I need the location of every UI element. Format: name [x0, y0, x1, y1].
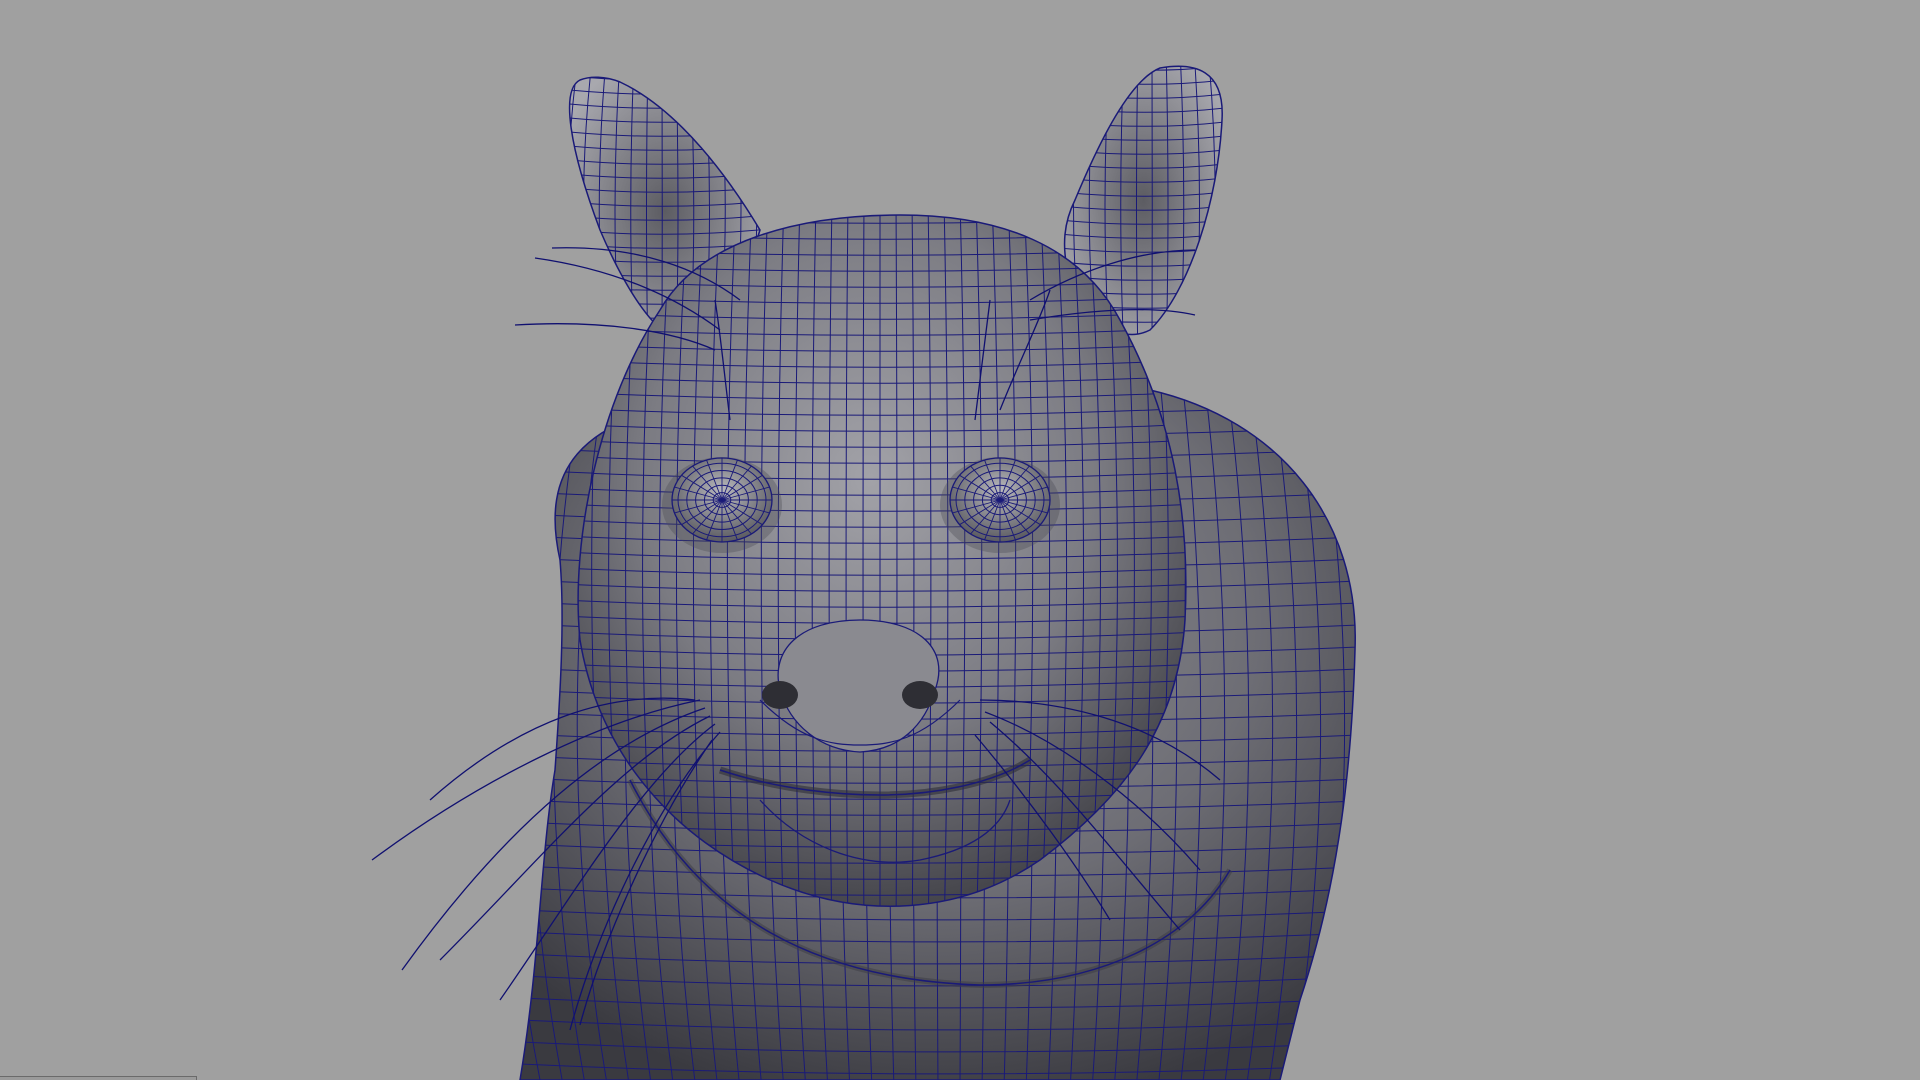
- eye-left-mesh[interactable]: [662, 457, 782, 553]
- viewport-corner-tab: [0, 1076, 197, 1080]
- 3d-viewport[interactable]: [0, 0, 1920, 1080]
- scene-canvas[interactable]: [0, 0, 1920, 1080]
- eye-right-mesh[interactable]: [940, 457, 1060, 553]
